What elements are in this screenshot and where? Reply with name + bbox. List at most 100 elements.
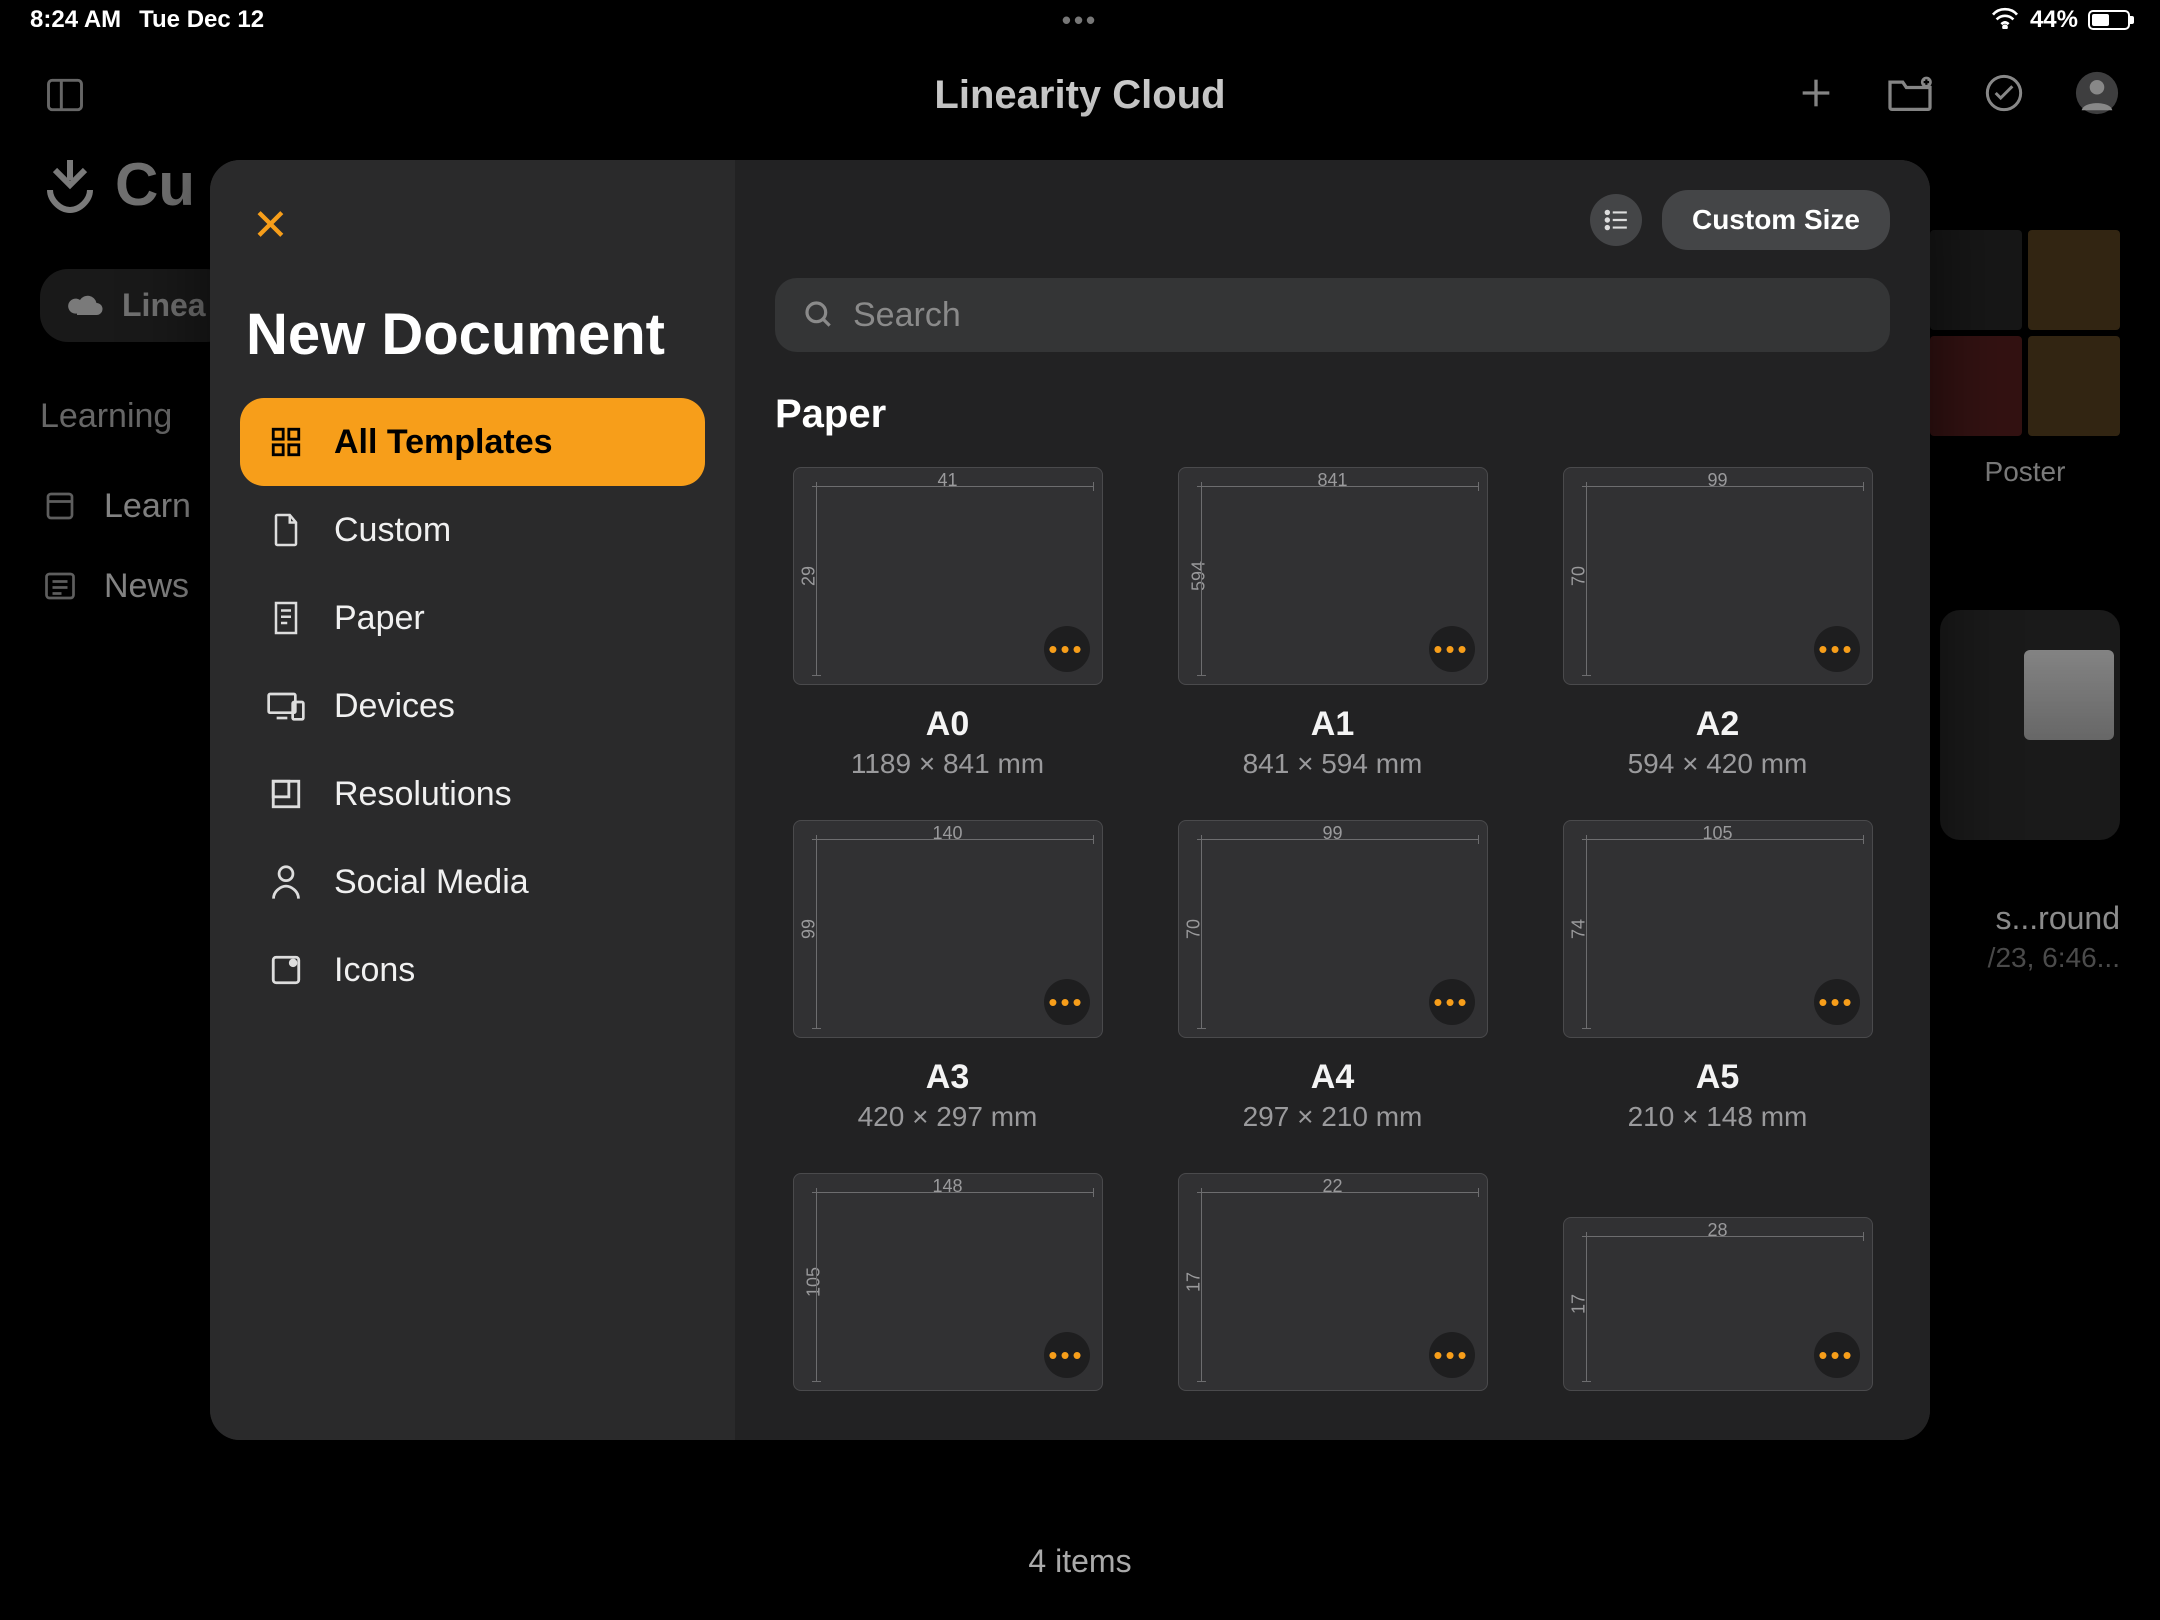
template-a4[interactable]: 99 70 ••• A4 297 × 210 mm bbox=[1160, 820, 1505, 1133]
status-date: Tue Dec 12 bbox=[139, 6, 264, 34]
template-more-button[interactable]: ••• bbox=[1044, 1332, 1090, 1378]
bg-poster-thumb[interactable] bbox=[1930, 336, 2022, 436]
sidebar-toggle-icon[interactable] bbox=[40, 70, 90, 120]
category-label: Icons bbox=[334, 951, 415, 990]
checkmark-circle-icon[interactable] bbox=[1984, 73, 2024, 118]
thumb-dim-w: 99 bbox=[1707, 470, 1727, 491]
file-icon bbox=[266, 510, 306, 550]
template-dim: 594 × 420 mm bbox=[1628, 748, 1808, 780]
bg-file-date: /23, 6:46... bbox=[1930, 942, 2120, 974]
book-icon bbox=[40, 486, 80, 526]
thumb-dim-h: 594 bbox=[1188, 561, 1209, 591]
category-all-templates[interactable]: All Templates bbox=[240, 398, 705, 486]
template-a0[interactable]: 41 29 ••• A0 1189 × 841 mm bbox=[775, 467, 1120, 780]
category-icons[interactable]: Icons bbox=[240, 926, 705, 1014]
new-folder-icon[interactable] bbox=[1886, 73, 1934, 118]
template-dim: 420 × 297 mm bbox=[858, 1101, 1038, 1133]
bg-poster-thumb[interactable] bbox=[2028, 336, 2120, 436]
thumb-dim-w: 22 bbox=[1322, 1176, 1342, 1197]
profile-icon[interactable] bbox=[2074, 70, 2120, 121]
template-row3-1[interactable]: 148 105 ••• bbox=[775, 1173, 1120, 1391]
template-name: A4 bbox=[1311, 1058, 1354, 1097]
category-devices[interactable]: Devices bbox=[240, 662, 705, 750]
page-title: Linearity Cloud bbox=[934, 73, 1225, 118]
template-dim: 841 × 594 mm bbox=[1243, 748, 1423, 780]
devices-icon bbox=[266, 686, 306, 726]
template-row3-3[interactable]: 28 17 ••• bbox=[1545, 1173, 1890, 1391]
bg-cloud-pill[interactable]: Linea bbox=[40, 269, 234, 342]
section-paper-header: Paper bbox=[775, 392, 1890, 437]
search-input[interactable] bbox=[853, 296, 1862, 335]
bg-poster-caption: Poster bbox=[1930, 456, 2120, 488]
template-dim: 297 × 210 mm bbox=[1243, 1101, 1423, 1133]
bg-file-name: s...round bbox=[1930, 900, 2120, 937]
template-name: A1 bbox=[1311, 705, 1354, 744]
custom-size-button[interactable]: Custom Size bbox=[1662, 190, 1890, 250]
new-document-modal: ✕ New Document All Templates Custom Pape… bbox=[210, 160, 1930, 1440]
category-list: All Templates Custom Paper Devices bbox=[240, 398, 705, 1014]
template-a3[interactable]: 140 99 ••• A3 420 × 297 mm bbox=[775, 820, 1120, 1133]
template-more-button[interactable]: ••• bbox=[1044, 979, 1090, 1025]
status-bar: 8:24 AM Tue Dec 12 ••• 44% bbox=[0, 0, 2160, 40]
category-label: Social Media bbox=[334, 863, 529, 902]
template-more-button[interactable]: ••• bbox=[1429, 979, 1475, 1025]
template-more-button[interactable]: ••• bbox=[1044, 626, 1090, 672]
news-icon bbox=[40, 566, 80, 606]
list-view-button[interactable] bbox=[1590, 194, 1642, 246]
modal-title: New Document bbox=[240, 301, 705, 368]
plus-icon[interactable] bbox=[1796, 73, 1836, 118]
items-count: 4 items bbox=[1028, 1543, 1131, 1580]
template-row3-2[interactable]: 22 17 ••• bbox=[1160, 1173, 1505, 1391]
thumb-dim-w: 105 bbox=[1702, 823, 1732, 844]
category-label: Devices bbox=[334, 687, 455, 726]
person-icon bbox=[266, 862, 306, 902]
battery-icon bbox=[2088, 10, 2130, 30]
template-name: A3 bbox=[926, 1058, 969, 1097]
bg-cloud-label: Linea bbox=[122, 287, 206, 324]
template-more-button[interactable]: ••• bbox=[1814, 979, 1860, 1025]
bg-poster-thumb[interactable] bbox=[2028, 230, 2120, 330]
thumb-dim-w: 99 bbox=[1322, 823, 1342, 844]
icons-icon bbox=[266, 950, 306, 990]
template-more-button[interactable]: ••• bbox=[1814, 626, 1860, 672]
template-name: A5 bbox=[1696, 1058, 1739, 1097]
template-more-button[interactable]: ••• bbox=[1814, 1332, 1860, 1378]
close-icon[interactable]: ✕ bbox=[252, 200, 705, 251]
bg-app-name: Cu bbox=[115, 150, 195, 219]
category-custom[interactable]: Custom bbox=[240, 486, 705, 574]
thumb-dim-w: 148 bbox=[932, 1176, 962, 1197]
template-name: A0 bbox=[926, 705, 969, 744]
app-toolbar: Linearity Cloud bbox=[0, 50, 2160, 140]
bg-poster-thumb[interactable] bbox=[1930, 230, 2022, 330]
category-paper[interactable]: Paper bbox=[240, 574, 705, 662]
template-more-button[interactable]: ••• bbox=[1429, 1332, 1475, 1378]
paper-icon bbox=[266, 598, 306, 638]
battery-percent: 44% bbox=[2030, 6, 2078, 34]
category-label: Paper bbox=[334, 599, 425, 638]
template-name: A2 bbox=[1696, 705, 1739, 744]
thumb-dim-w: 841 bbox=[1317, 470, 1347, 491]
bg-right-column: Poster s...round /23, 6:46... bbox=[1930, 230, 2120, 488]
template-a2[interactable]: 99 70 ••• A2 594 × 420 mm bbox=[1545, 467, 1890, 780]
status-time: 8:24 AM bbox=[30, 6, 121, 34]
template-dim: 1189 × 841 mm bbox=[851, 748, 1044, 780]
search-icon bbox=[803, 299, 835, 331]
grid-icon bbox=[266, 422, 306, 462]
template-grid: 41 29 ••• A0 1189 × 841 mm 841 594 ••• A… bbox=[775, 467, 1890, 1391]
template-a5[interactable]: 105 74 ••• A5 210 × 148 mm bbox=[1545, 820, 1890, 1133]
category-label: Resolutions bbox=[334, 775, 512, 814]
category-social-media[interactable]: Social Media bbox=[240, 838, 705, 926]
category-resolutions[interactable]: Resolutions bbox=[240, 750, 705, 838]
search-bar[interactable] bbox=[775, 278, 1890, 352]
template-a1[interactable]: 841 594 ••• A1 841 × 594 mm bbox=[1160, 467, 1505, 780]
bg-file-card[interactable] bbox=[1940, 610, 2120, 840]
resolutions-icon bbox=[266, 774, 306, 814]
thumb-dim-h: 105 bbox=[803, 1267, 824, 1297]
category-label: All Templates bbox=[334, 423, 553, 462]
template-more-button[interactable]: ••• bbox=[1429, 626, 1475, 672]
multitask-dots-icon[interactable]: ••• bbox=[1062, 5, 1098, 36]
template-dim: 210 × 148 mm bbox=[1628, 1101, 1808, 1133]
thumb-dim-w: 41 bbox=[937, 470, 957, 491]
thumb-dim-w: 28 bbox=[1707, 1220, 1727, 1241]
thumb-dim-w: 140 bbox=[932, 823, 962, 844]
